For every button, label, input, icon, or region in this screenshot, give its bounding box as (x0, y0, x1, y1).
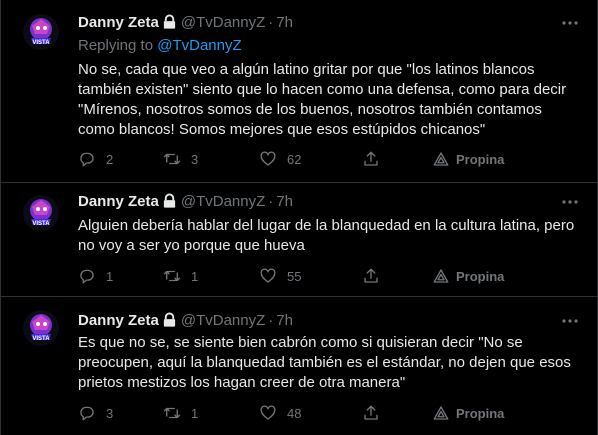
like-count: 62 (287, 151, 302, 167)
author-name[interactable]: Danny Zeta (78, 312, 159, 329)
action-bar: 2 3 62 Propina (78, 149, 578, 169)
share-button[interactable] (362, 266, 380, 286)
avatar[interactable]: VISTA (23, 14, 59, 50)
svg-text:VISTA: VISTA (32, 40, 50, 46)
timestamp[interactable]: 7h (276, 312, 293, 329)
tweet-1[interactable]: VISTA Danny Zeta @TvDannyZ · 7h Replying… (1, 0, 598, 182)
timestamp[interactable]: 7h (276, 193, 293, 210)
svg-text:VISTA: VISTA (32, 221, 50, 227)
share-icon (364, 405, 378, 420)
retweet-button[interactable]: 1 (163, 266, 198, 286)
more-icon[interactable] (561, 14, 579, 32)
tweet-3[interactable]: VISTA Danny Zeta @TvDannyZ · 7h Es que n… (1, 297, 598, 435)
separator-dot: · (268, 311, 274, 329)
retweet-icon (163, 270, 181, 282)
tweet-text-line: "Mírenos, nosotros somos de los buenos, … (78, 101, 542, 118)
like-count: 48 (287, 405, 302, 421)
reply-count: 3 (106, 405, 114, 421)
tweet-text: Es que no se, se siente bien cabrón como… (78, 333, 583, 393)
replying-to-label: Replying to (78, 37, 154, 54)
author-handle[interactable]: @TvDannyZ (181, 14, 265, 31)
retweet-count: 1 (191, 268, 199, 284)
separator-dot: · (268, 192, 274, 210)
tweet-text: Alguien debería hablar del lugar de la b… (78, 216, 583, 256)
tweet-text-line: No se, cada que veo a algún latino grita… (78, 61, 535, 78)
like-button[interactable]: 55 (259, 266, 301, 286)
author-handle[interactable]: @TvDannyZ (181, 312, 265, 329)
promote-button[interactable]: Propina (432, 149, 504, 169)
reply-button[interactable]: 1 (78, 266, 113, 286)
like-button[interactable]: 48 (259, 403, 301, 423)
svg-text:VISTA: VISTA (32, 336, 50, 342)
timeline: VISTA Danny Zeta @TvDannyZ · 7h Replying… (0, 0, 598, 435)
tweet-text-line: no voy a ser yo porque que hueva (78, 237, 305, 254)
like-icon (260, 405, 276, 420)
promote-icon (433, 269, 449, 283)
tweet-header: Danny Zeta @TvDannyZ · 7h (78, 12, 293, 32)
author-name[interactable]: Danny Zeta (78, 14, 159, 31)
avatar[interactable]: VISTA (23, 195, 59, 231)
promote-button[interactable]: Propina (432, 403, 504, 423)
reply-count: 1 (106, 268, 114, 284)
retweet-button[interactable]: 1 (163, 403, 198, 423)
tweet-header: Danny Zeta @TvDannyZ · 7h (78, 191, 293, 211)
like-count: 55 (287, 268, 302, 284)
reply-icon (80, 152, 94, 167)
reply-button[interactable]: 2 (78, 149, 113, 169)
promote-icon (433, 406, 449, 420)
action-bar: 1 1 55 Propina (78, 266, 578, 286)
replying-to-handle[interactable]: @TvDannyZ (157, 37, 241, 54)
retweet-count: 1 (191, 405, 199, 421)
lock-icon (162, 193, 177, 209)
action-bar: 3 1 48 Propina (78, 403, 578, 423)
more-icon[interactable] (561, 193, 579, 211)
reply-icon (80, 406, 94, 421)
tweet-text-line: preocupen, aquí la blanquedad también es… (78, 354, 571, 371)
retweet-icon (163, 407, 181, 419)
tweet-text-line: Es que no se, se siente bien cabrón como… (78, 334, 523, 351)
avatar[interactable]: VISTA (23, 310, 59, 346)
like-icon (260, 268, 276, 283)
share-icon (364, 151, 378, 166)
tweet-text-line: también existen" siento que lo hacen com… (78, 81, 567, 98)
like-button[interactable]: 62 (259, 149, 301, 169)
promote-label: Propina (456, 268, 505, 284)
tweet-text-line: prietos mestizos los hagan creer de otra… (78, 374, 406, 391)
tweet-header: Danny Zeta @TvDannyZ · 7h (78, 310, 293, 330)
author-handle[interactable]: @TvDannyZ (181, 193, 265, 210)
reply-count: 2 (106, 151, 114, 167)
tweet-text-line: como blancos! Somos mejores que esos est… (78, 121, 486, 138)
retweet-button[interactable]: 3 (163, 149, 198, 169)
reply-button[interactable]: 3 (78, 403, 113, 423)
tweet-text-line: Alguien debería hablar del lugar de la b… (78, 217, 575, 234)
reply-icon (80, 269, 94, 284)
tweet-text: No se, cada que veo a algún latino grita… (78, 60, 583, 140)
like-icon (260, 151, 276, 166)
share-icon (364, 268, 378, 283)
share-button[interactable] (362, 149, 380, 169)
separator-dot: · (268, 13, 274, 31)
retweet-count: 3 (191, 151, 199, 167)
tweet-2[interactable]: VISTA Danny Zeta @TvDannyZ · 7h Alguien … (1, 183, 598, 296)
promote-label: Propina (456, 151, 505, 167)
promote-icon (433, 152, 449, 166)
promote-button[interactable]: Propina (432, 266, 504, 286)
retweet-icon (163, 153, 181, 165)
replying-to: Replying to @TvDannyZ (78, 37, 242, 54)
share-button[interactable] (362, 403, 380, 423)
more-icon[interactable] (561, 312, 579, 330)
promote-label: Propina (456, 405, 505, 421)
lock-icon (162, 312, 177, 328)
lock-icon (162, 14, 177, 30)
author-name[interactable]: Danny Zeta (78, 193, 159, 210)
timestamp[interactable]: 7h (276, 14, 293, 31)
